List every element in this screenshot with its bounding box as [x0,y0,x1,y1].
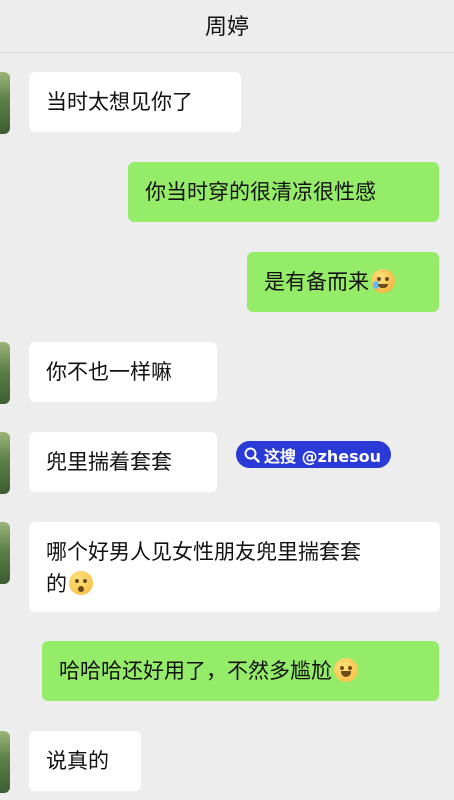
flushed-emoji [69,571,93,595]
message-bubble-received[interactable]: 说真的 [29,731,141,791]
contact-avatar[interactable] [0,342,10,404]
watermark-badge: 这搜 @zhesou [236,441,392,468]
message-bubble-received[interactable]: 兜里揣着套套 [29,432,217,492]
watermark-text: 这搜 @zhesou [264,446,382,466]
message-text: 是有备而来 [264,270,369,294]
contact-avatar[interactable] [0,432,10,494]
message-text: 当时太想见你了 [46,90,193,114]
contact-avatar[interactable] [0,72,10,134]
chat-header: 周婷 [0,0,454,53]
message-text-line: 哪个好男人见女性朋友兜里揣套套 [46,540,361,564]
message-text: 兜里揣着套套 [46,450,172,474]
message-text: 你不也一样嘛 [46,360,172,384]
rolling-laughing-emoji [371,269,395,293]
message-bubble-sent[interactable]: 是有备而来 [247,252,439,312]
chat-title: 周婷 [204,15,249,40]
message-text: 哈哈哈还好用了，不然多尴尬 [59,659,332,683]
search-icon [244,447,260,463]
message-text: 你当时穿的很清凉很性感 [145,180,376,204]
message-bubble-received[interactable]: 哪个好男人见女性朋友兜里揣套套 的 [29,522,440,612]
message-text: 说真的 [46,749,109,773]
message-bubble-sent[interactable]: 你当时穿的很清凉很性感 [128,162,439,222]
contact-avatar[interactable] [0,731,10,793]
sweat-smile-emoji [334,658,358,682]
message-bubble-sent[interactable]: 哈哈哈还好用了，不然多尴尬 [42,641,439,701]
message-bubble-received[interactable]: 当时太想见你了 [29,72,241,132]
message-bubble-received[interactable]: 你不也一样嘛 [29,342,217,402]
contact-avatar[interactable] [0,522,10,584]
message-text-line: 的 [46,572,67,596]
